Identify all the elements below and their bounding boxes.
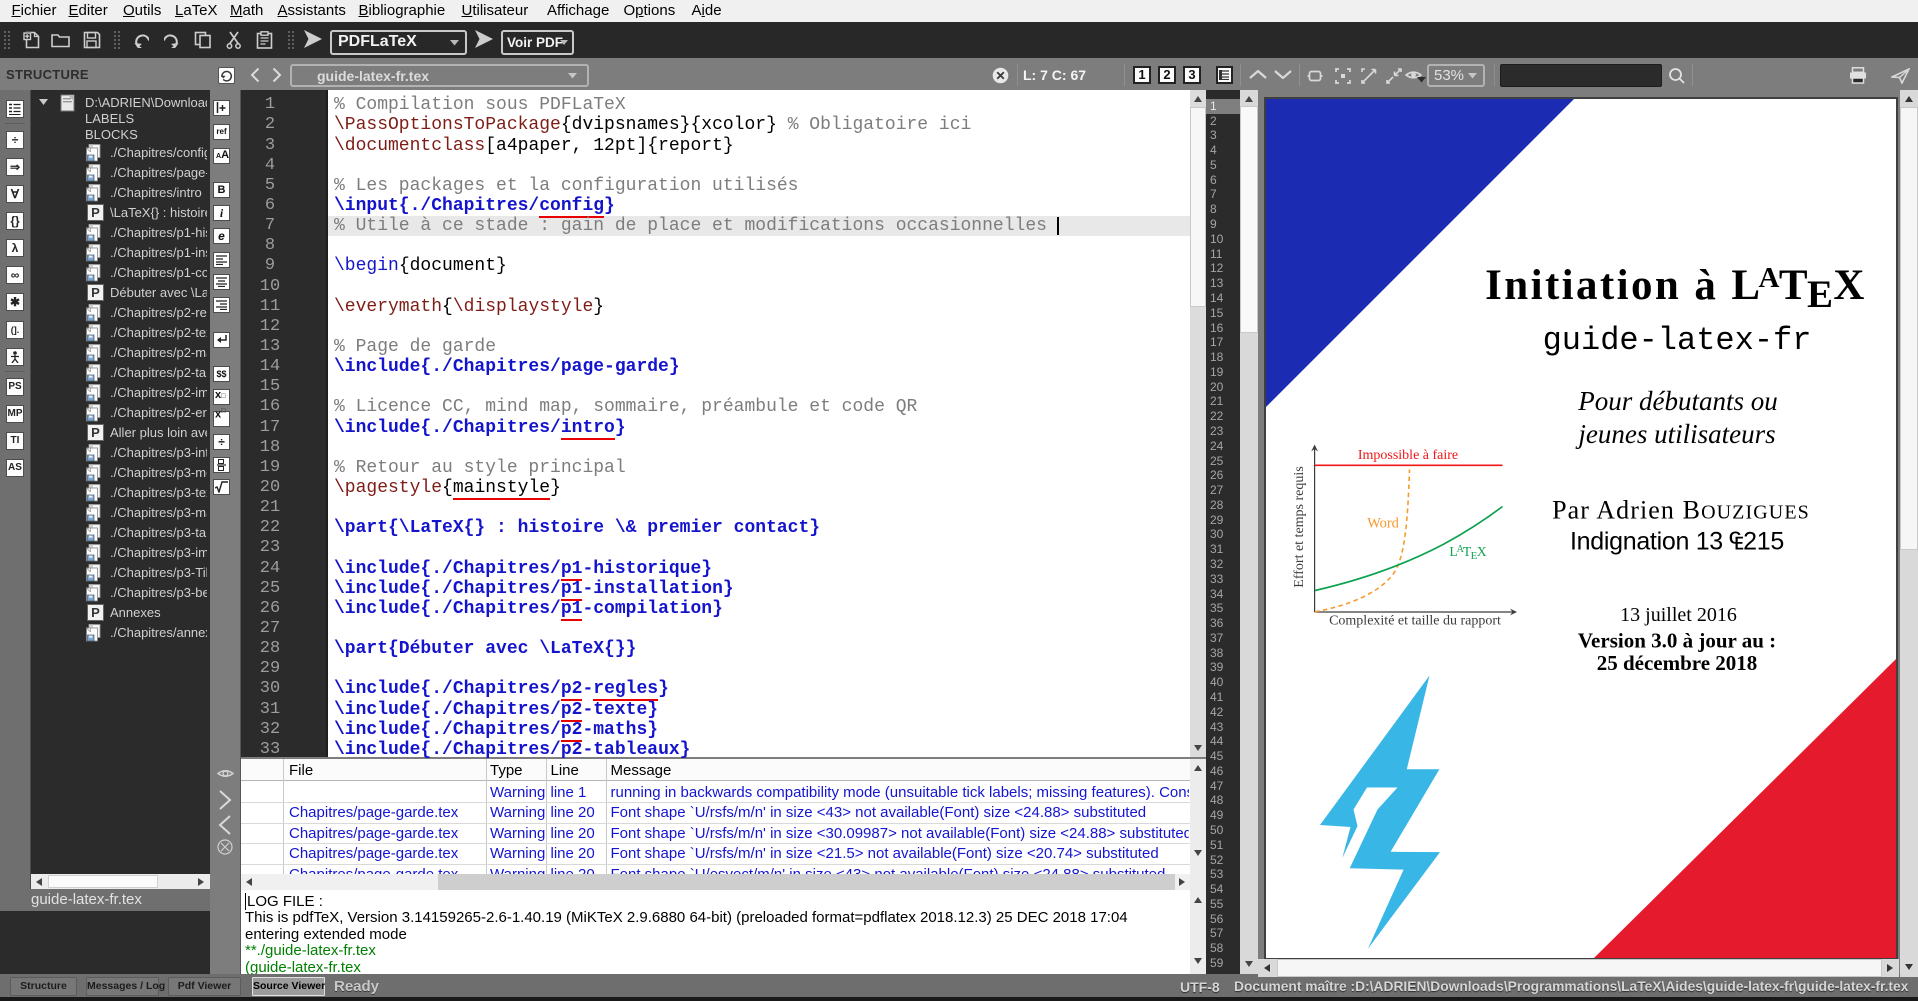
svg-text:13 juillet 2016: 13 juillet 2016	[1620, 604, 1737, 626]
svg-text:Version 3.0 à jour au :: Version 3.0 à jour au :	[1578, 629, 1776, 653]
svg-text:Pour débutants ou: Pour débutants ou	[1577, 386, 1778, 416]
svg-text:guide-latex-fr: guide-latex-fr	[1543, 322, 1812, 359]
svg-text:Effort et temps requis: Effort et temps requis	[1292, 466, 1307, 587]
svg-text:Word: Word	[1367, 516, 1400, 532]
svg-text:jeunes utilisateurs: jeunes utilisateurs	[1575, 419, 1775, 449]
svg-text:Impossible à faire: Impossible à faire	[1358, 448, 1458, 463]
svg-text:Complexité et taille du rappor: Complexité et taille du rapport	[1329, 614, 1501, 629]
svg-text:25 décembre 2018: 25 décembre 2018	[1597, 651, 1758, 675]
svg-text:Initiation à LATEX: Initiation à LATEX	[1485, 262, 1867, 316]
svg-text:Indignation 13 ₠215: Indignation 13 ₠215	[1570, 528, 1784, 556]
